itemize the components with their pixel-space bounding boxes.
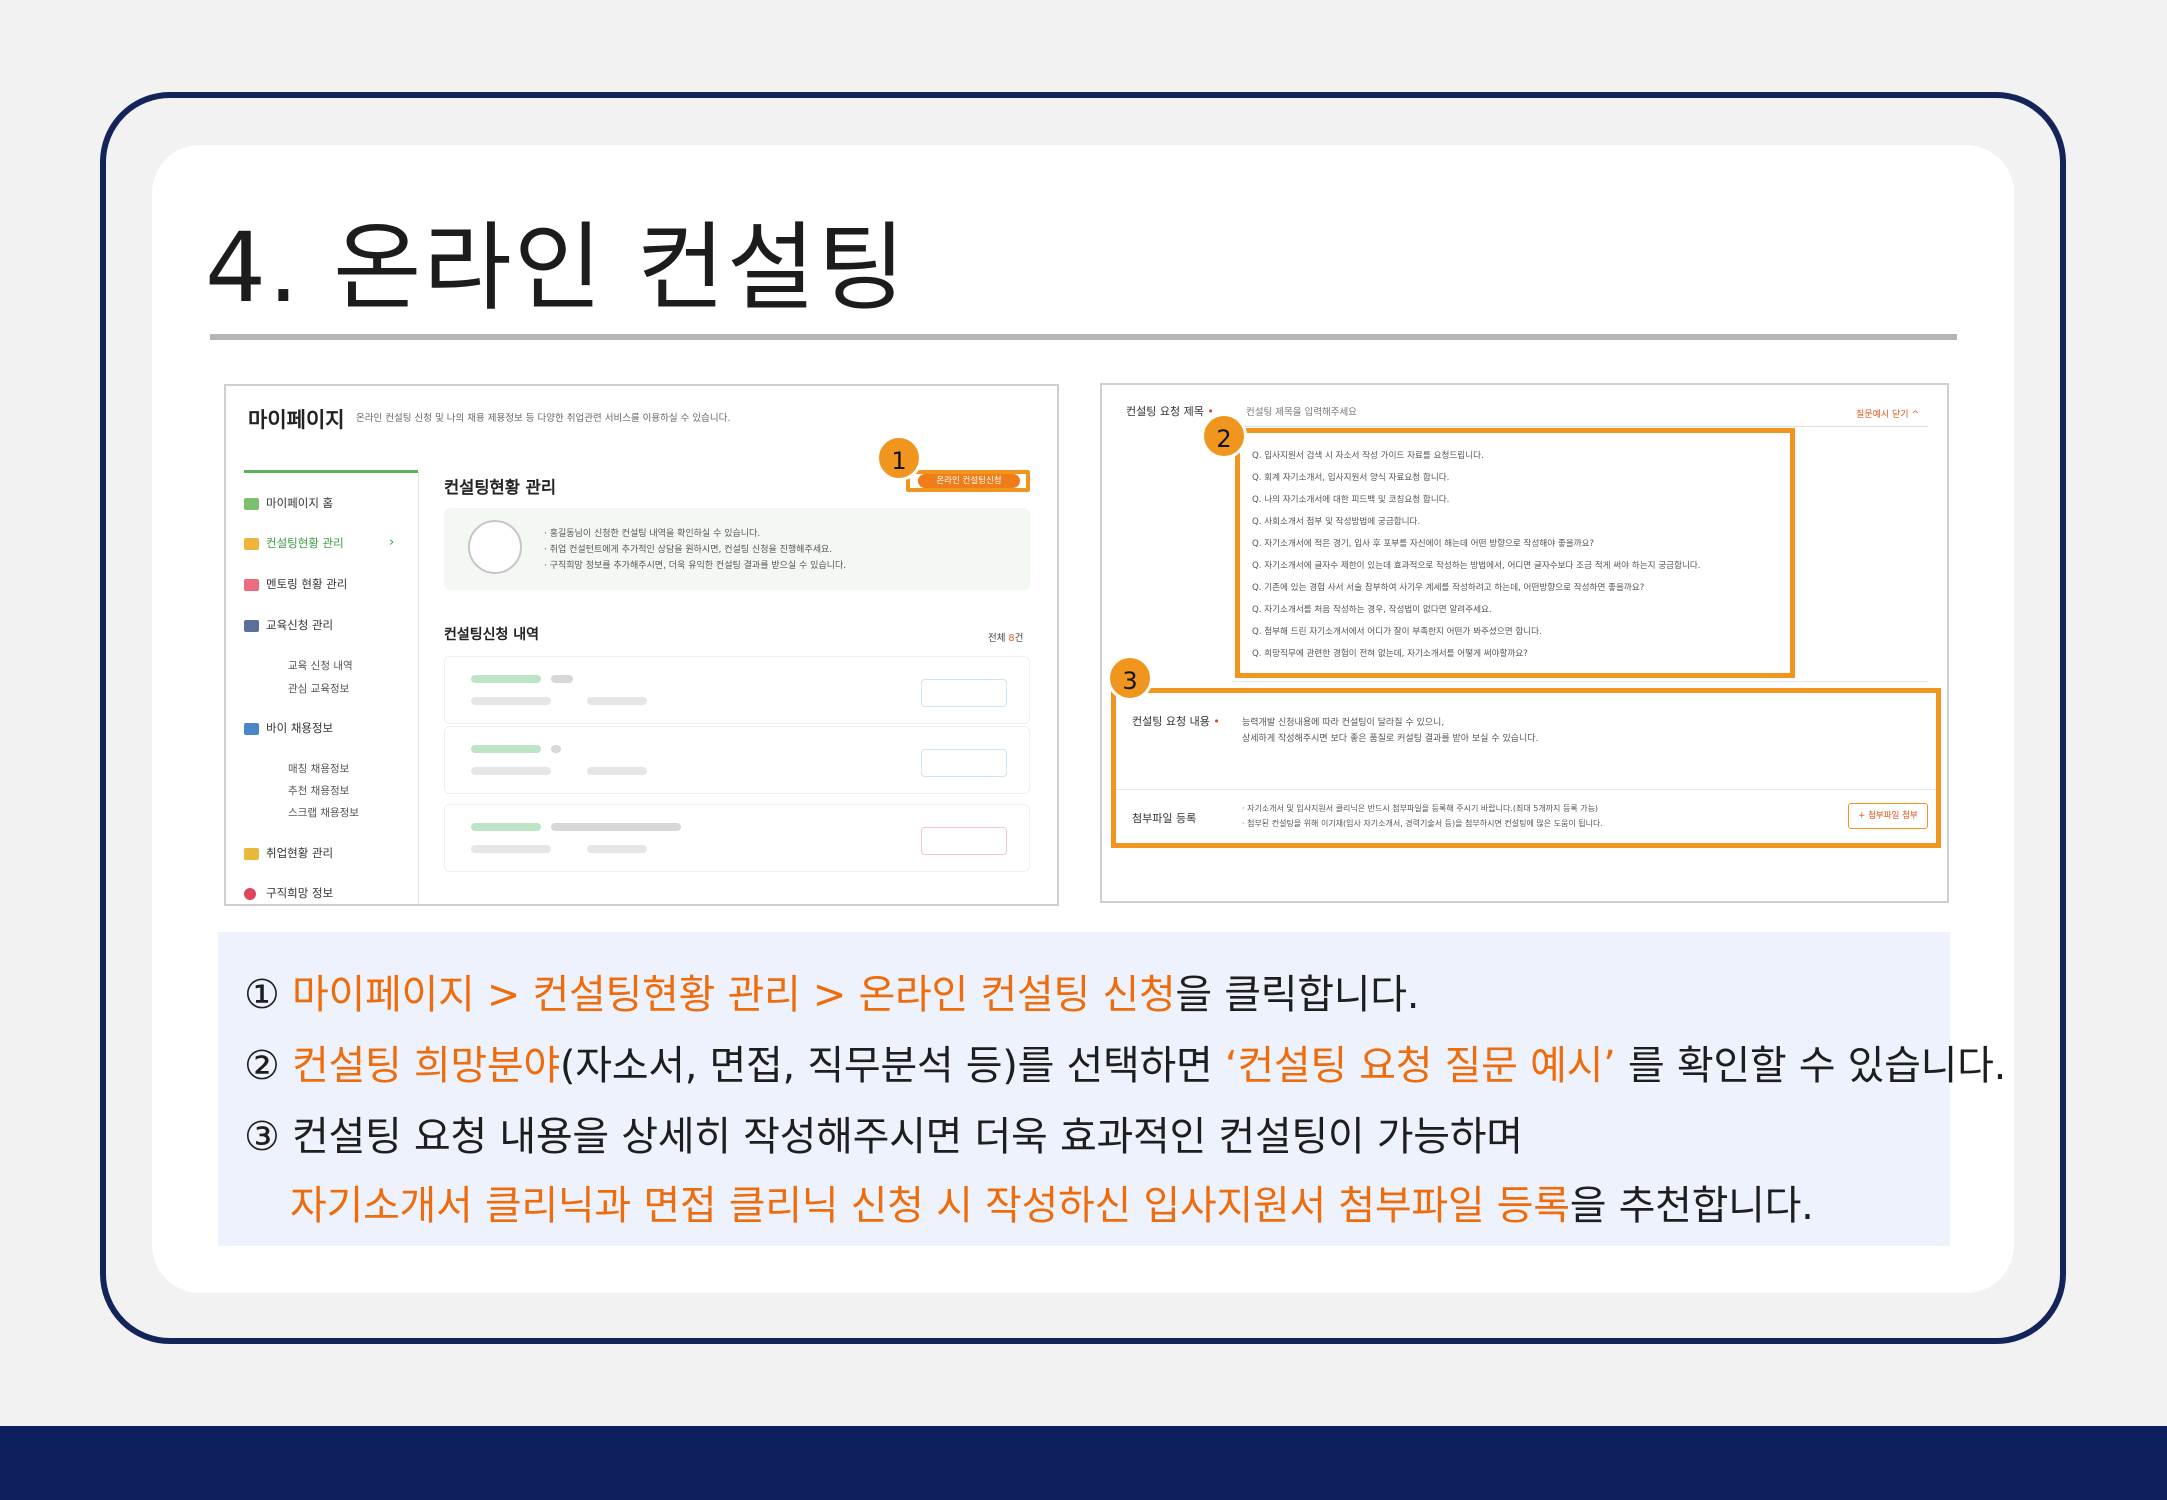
question-example: Q. 입사지원서 검색 시 자소서 작성 가이드 자료를 요청드립니다. [1252, 451, 1484, 461]
content-label: 컨설팅 요청 내용 • [1132, 715, 1220, 728]
content-divider [1116, 789, 1936, 790]
chevron-right-icon: › [389, 535, 395, 550]
consulting-form-screenshot: 컨설팅 요청 제목 • 컨설팅 제목을 입력해주세요 질문예시 닫기 ^ Q. … [1100, 383, 1949, 903]
content-guide-line: 상세하게 작성해주시면 보다 좋은 품질로 커설팅 결과를 받아 보실 수 있습… [1242, 734, 1539, 744]
consulting-icon [244, 538, 259, 550]
list-item-title [551, 745, 561, 753]
sidebar-item-education[interactable]: 교육신청 관리 [266, 617, 333, 633]
question-example: Q. 기존에 있는 경험 사서 서술 참부하여 사기우 계세를 작성하려고 하는… [1252, 583, 1645, 593]
list-item-title [551, 675, 573, 683]
content-guide-line: 능력개발 신청내용에 따라 컨설팅이 달라질 수 있으니, [1242, 718, 1445, 728]
list-item[interactable] [444, 656, 1030, 724]
list-item-meta [471, 697, 551, 705]
sidebar-item-consulting[interactable]: 컨설팅현황 관리 [266, 535, 344, 551]
list-item[interactable] [444, 726, 1030, 794]
sidebar-item-employment[interactable]: 취업현황 관리 [266, 845, 333, 861]
headset-avatar-icon [468, 520, 522, 574]
sidebar-sub-scrapped-jobs[interactable]: 스크랩 채용정보 [288, 805, 359, 820]
list-item-status-button[interactable] [921, 749, 1007, 777]
content-attach-highlight: 컨설팅 요청 내용 • 능력개발 신청내용에 따라 컨설팅이 달라질 수 있으니… [1111, 688, 1941, 848]
footer-bar [0, 1426, 2167, 1500]
sidebar-divider [418, 472, 419, 904]
list-item-date [587, 767, 647, 775]
heart-icon [244, 888, 256, 900]
info-box: · 홍길동님이 신청한 컨설팅 내역을 확인하실 수 있습니다. · 취업 컨설… [444, 508, 1030, 590]
instruction-line-3-cont: 자기소개서 클리닉과 면접 클리닉 신청 시 작성하신 입사지원서 첨부파일 등… [290, 1183, 1814, 1229]
question-example: Q. 희망직무에 관련한 경험이 전혀 없는데, 자기소개서를 어떻게 써야할까… [1252, 649, 1528, 659]
list-item-status-button[interactable] [921, 827, 1007, 855]
sidebar-item-mentoring[interactable]: 멘토링 현황 관리 [266, 576, 347, 592]
online-consulting-apply-button[interactable]: 온라인 컨설팅신청 [918, 474, 1020, 488]
section-title: 컨설팅현황 관리 [444, 478, 557, 497]
request-title-label: 컨설팅 요청 제목 • [1126, 405, 1214, 418]
info-line: · 취업 컨설턴트에게 추가적인 상담을 원하시면, 컨설팅 신청을 진행해주세… [544, 545, 833, 555]
attach-guide-line: · 첨부된 컨설팅을 위해 이기재(입사 자기소개서, 경력기술서 등)을 첨부… [1242, 819, 1603, 828]
list-item-category [471, 745, 541, 753]
attach-file-button[interactable]: + 첨부파일 첨부 [1848, 803, 1928, 829]
question-example: Q. 첨부해 드린 자기소개서에서 어디가 잘이 부족한지 어떤가 봐주셨으면 … [1252, 627, 1542, 637]
list-item-status-button[interactable] [921, 679, 1007, 707]
sidebar-top-rule [244, 470, 418, 473]
list-title: 컨설팅신청 내역 [444, 627, 540, 643]
form-divider [1232, 681, 1928, 682]
step-badge-1: 1 [876, 435, 922, 481]
step-badge-2: 2 [1201, 413, 1247, 459]
instruction-line-1: ① 마이페이지 > 컨설팅현황 관리 > 온라인 컨설팅 신청을 클릭합니다. [244, 972, 1420, 1018]
question-examples-box: Q. 입사지원서 검색 시 자소서 작성 가이드 자료를 요청드립니다. Q. … [1235, 428, 1795, 678]
examples-toggle[interactable]: 질문예시 닫기 ^ [1856, 407, 1919, 420]
home-icon [244, 498, 259, 510]
sidebar-item-home[interactable]: 마이페이지 홈 [266, 495, 333, 511]
mypage-screenshot: 마이페이지 온라인 컨설팅 신청 및 나의 채용 제용정보 등 다양한 취업관련… [224, 384, 1059, 906]
question-example: Q. 나의 자기소개서에 대한 피드백 및 코칭요청 합니다. [1252, 495, 1450, 505]
mypage-subtitle: 온라인 컨설팅 신청 및 나의 채용 제용정보 등 다양한 취업관련 서비스를 … [356, 413, 731, 424]
sidebar-item-job-wish[interactable]: 구직희망 정보 [266, 885, 333, 901]
list-item-category [471, 675, 541, 683]
attach-guide-line: · 자기소개서 및 입사지원서 클리닉은 반드시 첨부파일을 등록해 주시기 바… [1242, 804, 1599, 813]
question-example: Q. 자기소개서에 적은 경기, 입사 후 포부를 자신에이 해는데 어떤 방향… [1252, 539, 1595, 549]
attach-label: 첨부파일 등록 [1132, 812, 1197, 825]
instruction-line-2: ② 컨설팅 희망분야(자소서, 면접, 직무분석 등)를 선택하면 ‘컨설팅 요… [244, 1043, 2007, 1089]
sidebar-sub-recommended-jobs[interactable]: 추천 채용정보 [288, 783, 349, 798]
sidebar-sub-education-history[interactable]: 교육 신청 내역 [288, 658, 353, 673]
mentoring-icon [244, 579, 259, 591]
graduation-cap-icon [244, 620, 259, 632]
step-badge-3: 3 [1107, 655, 1153, 701]
list-item-date [587, 845, 647, 853]
list-item-date [587, 697, 647, 705]
page-title: 4. 온라인 컨설팅 [205, 212, 908, 324]
list-total: 전체 8건 [988, 633, 1024, 644]
question-example: Q. 자기소개서를 처음 작성하는 경우, 작성법이 없다면 알려주세요. [1252, 605, 1492, 615]
info-line: · 홍길동님이 신청한 컨설팅 내역을 확인하실 수 있습니다. [544, 529, 761, 539]
person-icon [244, 723, 259, 735]
title-divider [210, 334, 1957, 340]
sidebar-sub-education-interest[interactable]: 관심 교육정보 [288, 681, 349, 696]
apply-button-highlight: 온라인 컨설팅신청 [906, 470, 1030, 492]
mypage-title: 마이페이지 [248, 408, 345, 432]
sidebar-sub-matched-jobs[interactable]: 매칭 채용정보 [288, 761, 349, 776]
instruction-line-3: ③ 컨설팅 요청 내용을 상세히 작성해주시면 더욱 효과적인 컨설팅이 가능하… [244, 1114, 1523, 1160]
list-item-title [551, 823, 681, 831]
list-item-category [471, 823, 541, 831]
info-line: · 구직희망 정보를 추가해주시면, 더욱 유익한 컨설팅 결과를 받으실 수 … [544, 561, 847, 571]
folder-icon [244, 848, 259, 860]
list-item-meta [471, 767, 551, 775]
sidebar-item-jobs[interactable]: 바이 채용정보 [266, 720, 333, 736]
question-example: Q. 사회소개서 첨부 및 작성방법에 궁금합니다. [1252, 517, 1421, 527]
question-example: Q. 자기소개서에 글자수 제한이 있는데 효과적으로 작성하는 방법에서, 어… [1252, 561, 1701, 571]
list-item[interactable] [444, 804, 1030, 872]
list-item-meta [471, 845, 551, 853]
question-example: Q. 회계 자기소개서, 입사지원서 양식 자료요청 합니다. [1252, 473, 1450, 483]
request-title-input[interactable]: 컨설팅 제목을 입력해주세요 [1232, 399, 1928, 427]
